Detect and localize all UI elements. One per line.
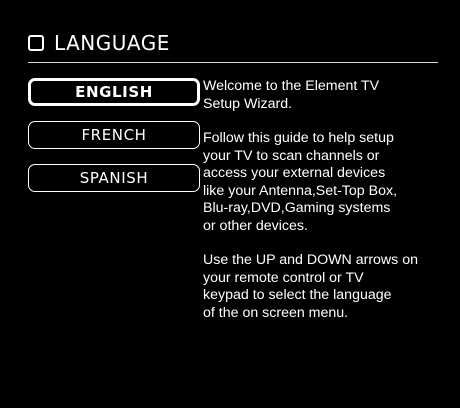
language-option-spanish[interactable]: SPANISH bbox=[28, 164, 200, 192]
language-option-french[interactable]: FRENCH bbox=[28, 121, 200, 149]
header-divider bbox=[28, 62, 438, 63]
language-option-english[interactable]: ENGLISH bbox=[28, 78, 200, 106]
navigation-hint-text: Use the UP and DOWN arrows on your remot… bbox=[203, 252, 418, 321]
page-title: LANGUAGE bbox=[54, 31, 170, 55]
language-menu: ENGLISH FRENCH SPANISH bbox=[28, 78, 200, 207]
wizard-instructions: Welcome to the Element TV Setup Wizard. … bbox=[203, 78, 460, 339]
welcome-text: Welcome to the Element TV Setup Wizard. bbox=[203, 78, 380, 112]
guide-text: Follow this guide to help setup your TV … bbox=[203, 130, 398, 234]
setup-wizard-panel: LANGUAGE ENGLISH FRENCH SPANISH Welcome … bbox=[18, 12, 460, 408]
page-header: LANGUAGE bbox=[28, 30, 170, 56]
square-outline-icon bbox=[28, 35, 44, 51]
